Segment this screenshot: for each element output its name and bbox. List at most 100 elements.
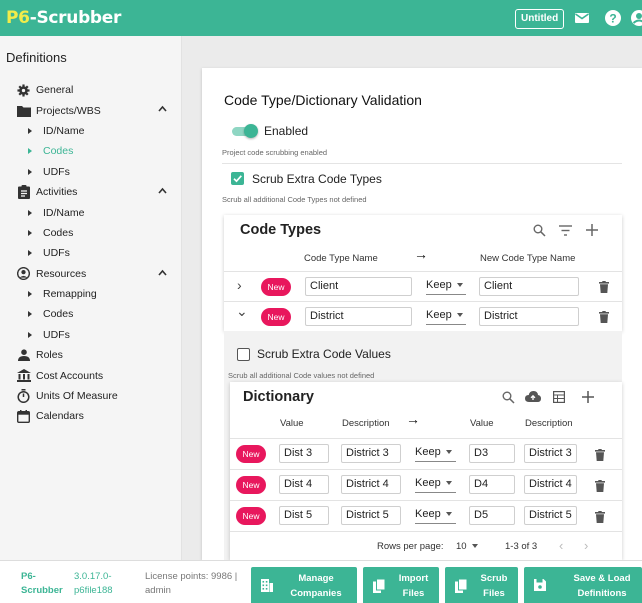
action-select[interactable]: Keep (426, 277, 466, 295)
rows-per-page-select[interactable]: 10 (456, 541, 478, 552)
table-row[interactable]: ⌄ New District Keep District (224, 301, 622, 331)
sidebar-item-activities-idname[interactable]: ID/Name (0, 202, 182, 222)
gear-icon (16, 83, 31, 97)
new-code-type-name-field[interactable]: District (479, 307, 579, 326)
new-description-field[interactable]: District 5 (524, 506, 577, 525)
prev-page-icon[interactable]: ‹ (559, 538, 563, 553)
sidebar-item-activities-codes[interactable]: Codes (0, 223, 182, 243)
cloud-upload-icon[interactable] (525, 390, 541, 404)
description-field[interactable]: District 3 (341, 444, 401, 463)
new-value-field[interactable]: D3 (469, 444, 515, 463)
action-select[interactable]: Keep (415, 444, 456, 462)
sidebar-item-roles[interactable]: Roles (0, 345, 182, 365)
action-select[interactable]: Keep (426, 307, 466, 325)
next-page-icon[interactable]: › (584, 538, 588, 553)
table-row[interactable]: New Dist 4 District 4 Keep D4 District 4 (230, 469, 622, 500)
filter-icon[interactable] (559, 225, 572, 236)
table-row[interactable]: New Dist 5 District 5 Keep D5 District 5 (230, 500, 622, 531)
table-row[interactable]: › New Client Keep Client (224, 271, 622, 301)
import-files-button[interactable]: Import Files (363, 567, 439, 603)
delete-icon[interactable] (595, 480, 605, 492)
enabled-toggle[interactable] (232, 124, 258, 138)
description-field[interactable]: District 5 (341, 506, 401, 525)
app-name: P6- Scrubber (21, 571, 63, 596)
caret-down-icon (456, 313, 463, 318)
sidebar-item-label: Units Of Measure (36, 390, 118, 403)
chevron-up-icon[interactable] (158, 269, 167, 276)
sidebar-item-activities-udfs[interactable]: UDFs (0, 243, 182, 263)
new-code-type-name-field[interactable]: Client (479, 277, 579, 296)
collapse-icon[interactable]: ⌄ (236, 303, 248, 320)
delete-icon[interactable] (599, 311, 609, 323)
caret-right-icon (28, 331, 32, 338)
sidebar-item-activities[interactable]: Activities (0, 182, 182, 202)
section-title: Code Type/Dictionary Validation (224, 92, 422, 108)
value-field[interactable]: Dist 5 (279, 506, 329, 525)
divider (222, 163, 622, 164)
top-bar: P6-Scrubber Untitled ? (0, 0, 642, 36)
sidebar-item-label: General (36, 84, 74, 97)
search-icon[interactable] (502, 391, 515, 404)
sidebar-item-label: ID/Name (43, 206, 85, 219)
sidebar-item-label: Resources (36, 267, 87, 280)
col-header-description: Description (342, 418, 390, 429)
mail-icon[interactable] (573, 9, 591, 27)
value-field[interactable]: Dist 3 (279, 444, 329, 463)
delete-icon[interactable] (599, 281, 609, 293)
new-value-field[interactable]: D5 (469, 506, 515, 525)
new-badge: New (236, 476, 266, 494)
new-value-field[interactable]: D4 (469, 475, 515, 494)
account-icon[interactable] (630, 9, 642, 27)
sidebar-item-resources-remapping[interactable]: Remapping (0, 284, 182, 304)
sidebar-item-cost-accounts[interactable]: Cost Accounts (0, 365, 182, 385)
code-types-title: Code Types (240, 222, 322, 238)
add-icon[interactable] (582, 391, 594, 403)
scrub-extra-code-types-checkbox[interactable] (231, 172, 244, 185)
sidebar-item-calendars[interactable]: Calendars (0, 406, 182, 426)
delete-icon[interactable] (595, 449, 605, 461)
caret-down-icon (445, 450, 452, 455)
add-icon[interactable] (586, 224, 598, 236)
sidebar-item-resources[interactable]: Resources (0, 264, 182, 284)
chevron-up-icon[interactable] (158, 105, 167, 112)
manage-companies-button[interactable]: Manage Companies (251, 567, 357, 603)
action-select[interactable]: Keep (415, 506, 456, 524)
caret-right-icon (28, 311, 32, 318)
code-type-name-field[interactable]: District (305, 307, 412, 326)
caret-down-icon (471, 544, 478, 549)
sidebar-item-projects-idname[interactable]: ID/Name (0, 121, 182, 141)
table-view-icon[interactable] (553, 391, 565, 403)
sidebar-item-projects-wbs[interactable]: Projects/WBS (0, 100, 182, 120)
scrub-extra-code-values-checkbox[interactable] (237, 348, 250, 361)
pagination-bar: Rows per page: 10 1-3 of 3 ‹ › (230, 531, 622, 560)
new-description-field[interactable]: District 4 (524, 475, 577, 494)
value-field[interactable]: Dist 4 (279, 475, 329, 494)
sidebar-item-units-of-measure[interactable]: Units Of Measure (0, 386, 182, 406)
caret-right-icon (28, 148, 32, 155)
sidebar-item-resources-codes[interactable]: Codes (0, 304, 182, 324)
action-select[interactable]: Keep (415, 475, 456, 493)
sidebar-item-label: Calendars (36, 410, 84, 423)
search-icon[interactable] (533, 224, 546, 237)
sidebar-item-projects-codes[interactable]: Codes (0, 141, 182, 161)
sidebar-item-projects-udfs[interactable]: UDFs (0, 162, 182, 182)
new-description-field[interactable]: District 3 (524, 444, 577, 463)
sidebar-item-resources-udfs[interactable]: UDFs (0, 325, 182, 345)
code-type-name-field[interactable]: Client (305, 277, 412, 296)
expand-icon[interactable]: › (237, 277, 242, 293)
table-row[interactable]: New Dist 3 District 3 Keep D3 District 3 (230, 438, 622, 469)
help-icon[interactable]: ? (604, 9, 622, 27)
person-icon (16, 348, 31, 362)
delete-icon[interactable] (595, 511, 605, 523)
document-name-button[interactable]: Untitled (515, 9, 565, 29)
description-field[interactable]: District 4 (341, 475, 401, 494)
save-load-definitions-button[interactable]: Save & Load Definitions (524, 567, 642, 603)
app-logo: P6-Scrubber (6, 8, 122, 28)
scrub-files-button[interactable]: Scrub Files (445, 567, 518, 603)
caret-down-icon (445, 512, 452, 517)
scrub-extra-code-values-hint: Scrub all additional Code values not def… (228, 371, 375, 380)
sidebar-item-general[interactable]: General (0, 80, 182, 100)
status-footer: P6- Scrubber 3.0.17.0- p6file188 License p… (0, 560, 642, 603)
caret-down-icon (445, 481, 452, 486)
chevron-up-icon[interactable] (158, 187, 167, 194)
